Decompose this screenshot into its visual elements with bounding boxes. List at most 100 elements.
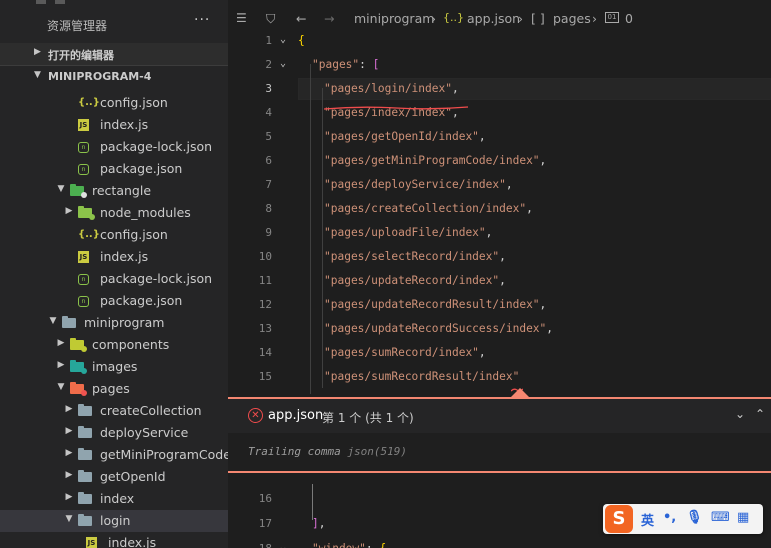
- line-number: 17: [258, 517, 272, 530]
- project-section[interactable]: ▼ MINIPROGRAM-4: [0, 65, 228, 88]
- npm-file-icon: n: [78, 142, 89, 153]
- fold-chevron-icon[interactable]: ⌄: [280, 58, 286, 69]
- punctuation-icon[interactable]: •,: [663, 510, 676, 525]
- forward-arrow-icon[interactable]: →: [324, 11, 334, 26]
- more-actions-icon[interactable]: ···: [194, 12, 210, 28]
- line-number: 8: [265, 202, 272, 215]
- chevron-down-icon[interactable]: ▼: [56, 184, 66, 194]
- next-problem-icon[interactable]: ⌄: [735, 407, 745, 421]
- code-line[interactable]: "pages/createCollection/index",: [324, 202, 533, 215]
- tree-file-row[interactable]: JS index.js: [0, 246, 228, 268]
- json-file-icon: {..}: [78, 97, 100, 108]
- toolbox-icon[interactable]: ▦: [737, 510, 749, 525]
- code-line[interactable]: "pages/sumRecord/index",: [324, 346, 486, 359]
- code-line[interactable]: "pages/uploadFile/index",: [324, 226, 492, 239]
- chevron-down-icon[interactable]: ▼: [48, 316, 58, 326]
- chevron-right-icon[interactable]: ▶: [64, 448, 74, 458]
- code-line[interactable]: ],: [312, 517, 326, 530]
- line-number: 13: [258, 322, 272, 335]
- folder-icon: [62, 316, 76, 328]
- breadcrumb-key[interactable]: pages: [553, 11, 591, 26]
- explorer-header: 资源管理器 ···: [0, 0, 228, 48]
- tree-item-label: miniprogram: [84, 315, 165, 330]
- code-line[interactable]: "pages/deployService/index",: [324, 178, 513, 191]
- tree-folder-row[interactable]: ▶ deployService: [0, 422, 228, 444]
- tree-file-row[interactable]: n package.json: [0, 158, 228, 180]
- folder-badge-icon: [81, 390, 87, 396]
- breadcrumb-index[interactable]: 0: [625, 11, 633, 26]
- line-number: 15: [258, 370, 272, 383]
- tree-item-label: images: [92, 359, 138, 374]
- open-editors-section[interactable]: ▶ 打开的编辑器: [0, 43, 228, 65]
- fold-chevron-icon[interactable]: ⌄: [280, 542, 286, 548]
- breadcrumb-folder[interactable]: miniprogram: [354, 11, 434, 26]
- back-arrow-icon[interactable]: ←: [296, 11, 306, 26]
- code-line[interactable]: "pages": [: [312, 58, 379, 71]
- keyboard-icon[interactable]: ⌨: [711, 510, 730, 525]
- peek-file: app.json: [268, 408, 324, 423]
- tree-file-row[interactable]: JS index.js: [0, 114, 228, 136]
- previous-problem-icon[interactable]: ⌃: [755, 407, 765, 421]
- code-line[interactable]: "pages/updateRecordResult/index",: [324, 298, 546, 311]
- ime-mode[interactable]: 英: [641, 510, 654, 529]
- json-file-icon: {..}: [78, 229, 100, 240]
- folder-badge-icon: [81, 368, 87, 374]
- code-line[interactable]: "pages/updateRecord/index",: [324, 274, 506, 287]
- peek-pointer: [511, 388, 529, 397]
- tree-folder-row[interactable]: ▼ rectangle: [0, 180, 228, 202]
- tree-item-label: createCollection: [100, 403, 202, 418]
- chevron-right-icon[interactable]: ▶: [56, 338, 66, 348]
- code-line[interactable]: "pages/selectRecord/index",: [324, 250, 506, 263]
- tree-file-row[interactable]: n package.json: [0, 290, 228, 312]
- project-label: MINIPROGRAM-4: [48, 70, 152, 83]
- json-file-icon: {..}: [443, 11, 464, 24]
- tree-folder-row[interactable]: ▼ login: [0, 510, 228, 532]
- code-line[interactable]: "pages/login/index",: [324, 82, 459, 95]
- peek-header: ✕ app.json 第 1 个 (共 1 个) ⌄ ⌃: [228, 399, 771, 433]
- code-line[interactable]: "pages/getMiniProgramCode/index",: [324, 154, 546, 167]
- tree-file-row[interactable]: n package-lock.json: [0, 268, 228, 290]
- tree-item-label: getOpenId: [100, 469, 166, 484]
- tree-file-row[interactable]: {..} config.json: [0, 92, 228, 114]
- chevron-right-icon[interactable]: ▶: [64, 492, 74, 502]
- tree-folder-row[interactable]: ▼ miniprogram: [0, 312, 228, 334]
- code-editor-top[interactable]: 1 ⌄ {2 ⌄ "pages": [3 "pages/login/index", 4 "pa…: [228, 30, 771, 394]
- chevron-right-icon[interactable]: ▶: [64, 470, 74, 480]
- folder-badge-icon: [89, 214, 95, 220]
- chevron-right-icon[interactable]: ▶: [64, 426, 74, 436]
- tree-file-row[interactable]: {..} config.json: [0, 224, 228, 246]
- tree-folder-row[interactable]: ▶ node_modules: [0, 202, 228, 224]
- tree-folder-row[interactable]: ▶ images: [0, 356, 228, 378]
- chevron-right-icon[interactable]: ▶: [56, 360, 66, 370]
- code-line[interactable]: "pages/updateRecordSuccess/index",: [324, 322, 553, 335]
- fold-chevron-icon[interactable]: ⌄: [280, 34, 286, 45]
- code-line[interactable]: {: [298, 34, 305, 47]
- tree-file-row[interactable]: n package-lock.json: [0, 136, 228, 158]
- chevron-down-icon[interactable]: ▼: [64, 514, 74, 524]
- tree-folder-row[interactable]: ▶ index: [0, 488, 228, 510]
- indent-guide: [322, 88, 323, 388]
- tree-folder-row[interactable]: ▼ pages: [0, 378, 228, 400]
- code-line[interactable]: "pages/getOpenId/index",: [324, 130, 486, 143]
- tree-folder-row[interactable]: ▶ getOpenId: [0, 466, 228, 488]
- line-number: 4: [265, 106, 272, 119]
- chevron-right-icon[interactable]: ▶: [64, 404, 74, 414]
- tree-folder-row[interactable]: ▶ getMiniProgramCode: [0, 444, 228, 466]
- tree-file-row[interactable]: JS index.js: [0, 532, 228, 548]
- bookmark-icon[interactable]: ⛉: [266, 11, 275, 27]
- folder-icon: [78, 492, 92, 504]
- microphone-icon[interactable]: 🎙: [686, 510, 703, 525]
- js-file-icon: JS: [78, 251, 89, 263]
- code-line[interactable]: "window": {: [312, 542, 386, 548]
- folder-badge-icon: [81, 192, 87, 198]
- error-squiggle: [323, 100, 469, 110]
- breadcrumb-file[interactable]: app.json: [467, 11, 520, 26]
- sogou-logo-icon[interactable]: S: [605, 505, 633, 533]
- tree-folder-row[interactable]: ▶ components: [0, 334, 228, 356]
- ime-toolbar[interactable]: S 英 •, 🎙 ⌨ ▦: [603, 504, 763, 534]
- code-line[interactable]: "pages/sumRecordResult/index": [324, 370, 519, 383]
- list-icon[interactable]: ☰: [236, 11, 247, 25]
- tree-folder-row[interactable]: ▶ createCollection: [0, 400, 228, 422]
- chevron-down-icon[interactable]: ▼: [56, 382, 66, 392]
- chevron-right-icon[interactable]: ▶: [64, 206, 74, 216]
